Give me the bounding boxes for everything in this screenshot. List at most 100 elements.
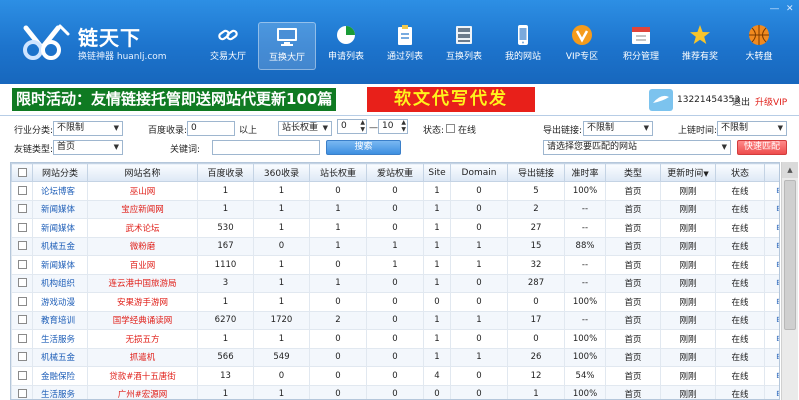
cell-category[interactable]: 游戏动漫 [32, 292, 88, 312]
row-checkbox[interactable] [17, 352, 27, 362]
apply-exchange-link[interactable]: 申请交换 [764, 347, 779, 367]
row-checkbox-cell[interactable] [11, 181, 33, 201]
row-checkbox[interactable] [17, 222, 27, 232]
col-domain[interactable]: Domain [450, 163, 508, 182]
row-checkbox-cell[interactable] [11, 292, 33, 312]
table-row[interactable]: 金融保险贷款#酒十五唐街13000401254%首页刚刚在线申请交换 [11, 366, 779, 386]
row-checkbox-cell[interactable] [11, 255, 33, 275]
nav-wheel[interactable]: 大转盘 [730, 22, 788, 70]
cell-category[interactable]: 生活服务 [32, 329, 88, 349]
nav-referral[interactable]: 推荐有奖 [671, 22, 729, 70]
quick-match-button[interactable]: 快速匹配 [737, 140, 787, 155]
cell-category[interactable]: 论坛博客 [32, 181, 88, 201]
cell-site-name[interactable]: 宝应新闻网 [87, 199, 198, 219]
scroll-thumb[interactable] [784, 180, 796, 330]
apply-exchange-link[interactable]: 申请交换 [764, 384, 779, 399]
baidu-input[interactable]: 0 [187, 121, 235, 136]
row-checkbox-cell[interactable] [11, 347, 33, 367]
cell-site-name[interactable]: 巫山网 [87, 181, 198, 201]
cell-category[interactable]: 教育培训 [32, 310, 88, 330]
cell-site-name[interactable]: 武术论坛 [87, 218, 198, 238]
row-checkbox[interactable] [17, 259, 27, 269]
row-checkbox[interactable] [17, 333, 27, 343]
cell-site-name[interactable]: 抓遣机 [87, 347, 198, 367]
table-row[interactable]: 机构组织连云港中国旅游局311010287--首页刚刚在线申请交换 [11, 273, 779, 293]
table-row[interactable]: 新闻媒体武术论坛5301101027--首页刚刚在线申请交换 [11, 218, 779, 238]
weight-select[interactable]: 站长权重 ▼ [278, 121, 332, 136]
cell-site-name[interactable]: 贷款#酒十五唐街 [87, 366, 198, 386]
cell-category[interactable]: 生活服务 [32, 384, 88, 399]
nav-exchange-hall[interactable]: 互换大厅 [258, 22, 316, 70]
row-checkbox-cell[interactable] [11, 310, 33, 330]
cell-site-name[interactable]: 安果游手游网 [87, 292, 198, 312]
col-export[interactable]: 导出链接 [507, 163, 565, 182]
apply-exchange-link[interactable]: 申请交换 [764, 218, 779, 238]
scroll-up-icon[interactable]: ▲ [782, 162, 798, 178]
online-checkbox[interactable] [446, 124, 455, 133]
cell-site-name[interactable]: 连云港中国旅游局 [87, 273, 198, 293]
minimize-button[interactable]: — [770, 3, 779, 13]
nav-exchange-list[interactable]: 互换列表 [435, 22, 493, 70]
apply-exchange-link[interactable]: 申请交换 [764, 292, 779, 312]
apply-exchange-link[interactable]: 申请交换 [764, 366, 779, 386]
ad-text[interactable]: 软文代写代发 [367, 87, 535, 112]
row-checkbox-cell[interactable] [11, 218, 33, 238]
cell-site-name[interactable]: 国学经典诵读网 [87, 310, 198, 330]
col-updated[interactable]: 更新时间▼ [660, 163, 716, 182]
nav-points[interactable]: 积分管理 [612, 22, 670, 70]
nav-vip-zone[interactable]: VIP专区 [553, 22, 611, 70]
row-checkbox-cell[interactable] [11, 366, 33, 386]
col-type[interactable]: 类型 [605, 163, 661, 182]
nav-approved-list[interactable]: 通过列表 [376, 22, 434, 70]
table-row[interactable]: 论坛博客巫山网1100105100%首页刚刚在线申请交换 [11, 181, 779, 201]
cell-category[interactable]: 金融保险 [32, 366, 88, 386]
table-row[interactable]: 机械五金抓遣机566549001126100%首页刚刚在线申请交换 [11, 347, 779, 367]
apply-exchange-link[interactable]: 申请交换 [764, 310, 779, 330]
row-checkbox[interactable] [17, 185, 27, 195]
col-site[interactable]: Site [423, 163, 451, 182]
row-checkbox[interactable] [17, 278, 27, 288]
row-checkbox[interactable] [17, 296, 27, 306]
table-row[interactable]: 新闻媒体宝应新闻网1110102--首页刚刚在线申请交换 [11, 199, 779, 219]
select-all-cell[interactable] [11, 163, 33, 182]
logout-link[interactable]: 退出 [732, 95, 750, 108]
row-checkbox-cell[interactable] [11, 384, 33, 399]
nav-trade-hall[interactable]: 交易大厅 [199, 22, 257, 70]
cell-site-name[interactable]: 百业网 [87, 255, 198, 275]
col-ontime[interactable]: 准时率 [564, 163, 606, 182]
cell-category[interactable]: 机械五金 [32, 347, 88, 367]
col-baidu[interactable]: 百度收录 [197, 163, 254, 182]
row-checkbox[interactable] [17, 241, 27, 251]
select-all-checkbox[interactable] [17, 167, 27, 177]
cell-category[interactable]: 新闻媒体 [32, 255, 88, 275]
promo-text[interactable]: 限时活动：友情链接托管即送网站代更新100篇 [12, 88, 337, 111]
table-row[interactable]: 生活服务无损五方1100100100%首页刚刚在线申请交换 [11, 329, 779, 349]
type-select[interactable]: 首页 ▼ [53, 140, 123, 155]
nav-apply-list[interactable]: 申请列表 [317, 22, 375, 70]
weight-min-stepper[interactable]: 0 ▲ ▼ [337, 119, 367, 134]
weight-max-stepper[interactable]: 10 ▲ ▼ [378, 119, 408, 134]
apply-exchange-link[interactable]: 申请交换 [764, 236, 779, 256]
nav-my-sites[interactable]: 我的网站 [494, 22, 552, 70]
industry-select[interactable]: 不限制 ▼ [53, 121, 123, 136]
cell-site-name[interactable]: 广州#宏源网 [87, 384, 198, 399]
cell-category[interactable]: 新闻媒体 [32, 218, 88, 238]
row-checkbox[interactable] [17, 204, 27, 214]
time-select[interactable]: 不限制 ▼ [717, 121, 787, 136]
upgrade-vip-link[interactable]: 升级VIP [755, 95, 787, 108]
apply-exchange-link[interactable]: 申请交换 [764, 181, 779, 201]
chat-icon[interactable] [649, 89, 673, 111]
apply-exchange-link[interactable]: 申请交换 [764, 255, 779, 275]
cell-category[interactable]: 新闻媒体 [32, 199, 88, 219]
cell-site-name[interactable]: 微粉磨 [87, 236, 198, 256]
cell-category[interactable]: 机械五金 [32, 236, 88, 256]
col-category[interactable]: 网站分类 [32, 163, 88, 182]
row-checkbox[interactable] [17, 370, 27, 380]
row-checkbox-cell[interactable] [11, 273, 33, 293]
cell-site-name[interactable]: 无损五方 [87, 329, 198, 349]
col-aizhan[interactable]: 爱站权重 [366, 163, 424, 182]
row-checkbox-cell[interactable] [11, 329, 33, 349]
keyword-input[interactable] [212, 140, 320, 155]
col-site-name[interactable]: 网站名称 [87, 163, 198, 182]
col-weight[interactable]: 站长权重 [309, 163, 367, 182]
